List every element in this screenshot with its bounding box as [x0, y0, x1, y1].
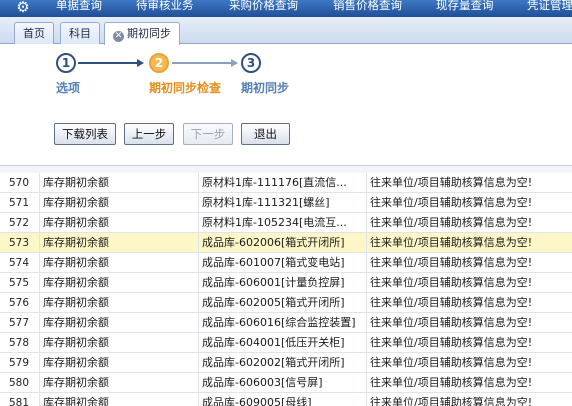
table-row[interactable]: 570 库存期初余额 原材料1库-111176[直流信... 往来单位/项目辅助核算信…	[0, 173, 572, 193]
row-number-cell: 575	[0, 273, 40, 293]
message-cell: 往来单位/项目辅助核算信息为空!	[370, 316, 533, 329]
tab-accounts[interactable]: 科目	[60, 22, 100, 44]
row-number-cell: 580	[0, 373, 40, 393]
item-name-cell: 原材料1库-111176[直流信...	[199, 173, 367, 193]
close-icon[interactable]: ✕	[113, 31, 124, 42]
row-number-cell: 579	[0, 353, 40, 373]
step-3-label: 期初同步	[241, 81, 290, 95]
step-2-label: 期初同步检查	[149, 81, 222, 95]
menu-item-voucher-management[interactable]: 凭证管理	[527, 0, 572, 12]
type-cell: 库存期初余额	[40, 393, 199, 406]
type-cell: 库存期初余额	[40, 293, 199, 313]
sync-wizard: 1 2 3 选项 期初同步检查 期初同步 下载列表 上一步 下一步 退出	[0, 45, 572, 155]
message-cell: 往来单位/项目辅助核算信息为空!	[370, 236, 533, 249]
message-cell: 往来单位/项目辅助核算信息为空!	[370, 276, 533, 289]
item-name-cell: 成品库-601007[箱式变电站]	[199, 253, 367, 273]
menu-item-sales-price-query[interactable]: 销售价格查询	[333, 0, 402, 12]
menu-item-pending-review[interactable]: 待审核业务	[136, 0, 194, 12]
row-number-cell: 581	[0, 393, 40, 406]
check-results-grid[interactable]: 570 库存期初余额 原材料1库-111176[直流信... 往来单位/项目辅助核算信…	[0, 173, 572, 406]
type-cell: 库存期初余额	[40, 333, 199, 353]
arrow-right-icon	[137, 59, 144, 67]
menu-item-purchase-price-query[interactable]: 采购价格查询	[229, 0, 298, 12]
tab-home-label: 首页	[23, 27, 45, 40]
type-cell: 库存期初余额	[40, 173, 199, 193]
row-number-cell: 571	[0, 193, 40, 213]
table-row[interactable]: 576 库存期初余额 成品库-602005[箱式开闭所] 往来单位/项目辅助核算信息为…	[0, 293, 572, 313]
type-cell: 库存期初余额	[40, 253, 199, 273]
message-cell: 往来单位/项目辅助核算信息为空!	[370, 256, 533, 269]
table-row[interactable]: 571 库存期初余额 原材料1库-111321[螺丝] 往来单位/项目辅助核算信息为空…	[0, 193, 572, 213]
item-name-cell: 原材料1库-111321[螺丝]	[199, 193, 367, 213]
table-row[interactable]: 581 库存期初余额 成品库-609005[母线] 往来单位/项目辅助核算信息为空!	[0, 393, 572, 406]
type-cell: 库存期初余额	[40, 233, 199, 253]
table-row[interactable]: 573 库存期初余额 成品库-602006[箱式开闭所] 往来单位/项目辅助核算信息为…	[0, 233, 572, 253]
tab-strip: 首页 科目 ✕ 期初同步	[0, 17, 572, 45]
message-cell: 往来单位/项目辅助核算信息为空!	[370, 296, 533, 309]
tab-home[interactable]: 首页	[14, 22, 54, 44]
item-name-cell: 成品库-602002[箱式开闭所]	[199, 353, 367, 373]
step-arrow-1	[78, 62, 138, 64]
message-cell: 往来单位/项目辅助核算信息为空!	[370, 196, 533, 209]
type-cell: 库存期初余额	[40, 193, 199, 213]
row-number-cell: 570	[0, 173, 40, 193]
step-arrow-2	[172, 62, 232, 64]
message-cell: 往来单位/项目辅助核算信息为空!	[370, 376, 533, 389]
row-number-cell: 577	[0, 313, 40, 333]
message-cell: 往来单位/项目辅助核算信息为空!	[370, 336, 533, 349]
item-name-cell: 成品库-602005[箱式开闭所]	[199, 293, 367, 313]
item-name-cell: 成品库-606003[信号屏]	[199, 373, 367, 393]
step-1-circle: 1	[56, 53, 76, 73]
table-row[interactable]: 579 库存期初余额 成品库-602002[箱式开闭所] 往来单位/项目辅助核算信息为…	[0, 353, 572, 373]
item-name-cell: 成品库-604001[低压开关柜]	[199, 333, 367, 353]
message-cell: 往来单位/项目辅助核算信息为空!	[370, 356, 533, 369]
table-row[interactable]: 574 库存期初余额 成品库-601007[箱式变电站] 往来单位/项目辅助核算信息为…	[0, 253, 572, 273]
type-cell: 库存期初余额	[40, 353, 199, 373]
menu-item-stock-query[interactable]: 现存量查询	[436, 0, 494, 12]
row-number-cell: 572	[0, 213, 40, 233]
top-menu-bar: ⚙ 单据查询 待审核业务 采购价格查询 销售价格查询 现存量查询 凭证管理	[0, 0, 572, 17]
message-cell: 往来单位/项目辅助核算信息为空!	[370, 216, 533, 229]
panel-divider	[0, 165, 572, 173]
table-row[interactable]: 575 库存期初余额 成品库-606001[计量负控屏] 往来单位/项目辅助核算信息为…	[0, 273, 572, 293]
table-row[interactable]: 577 库存期初余额 成品库-606016[综合监控装置] 往来单位/项目辅助核算信息…	[0, 313, 572, 333]
table-row[interactable]: 578 库存期初余额 成品库-604001[低压开关柜] 往来单位/项目辅助核算信息为…	[0, 333, 572, 353]
item-name-cell: 成品库-609005[母线]	[199, 393, 367, 406]
type-cell: 库存期初余额	[40, 213, 199, 233]
item-name-cell: 成品库-602006[箱式开闭所]	[199, 233, 367, 253]
tab-accounts-label: 科目	[69, 27, 91, 40]
row-number-cell: 573	[0, 233, 40, 253]
arrow-right-icon	[231, 59, 238, 67]
tab-opening-sync-label: 期初同步	[127, 27, 171, 40]
exit-button[interactable]: 退出	[241, 123, 290, 145]
table-row[interactable]: 580 库存期初余额 成品库-606003[信号屏] 往来单位/项目辅助核算信息为空!	[0, 373, 572, 393]
item-name-cell: 成品库-606001[计量负控屏]	[199, 273, 367, 293]
step-2-circle: 2	[149, 53, 169, 73]
item-name-cell: 原材料1库-105234[电流互...	[199, 213, 367, 233]
step-1-label: 选项	[56, 81, 81, 95]
type-cell: 库存期初余额	[40, 373, 199, 393]
menu-item-document-query[interactable]: 单据查询	[56, 0, 102, 12]
type-cell: 库存期初余额	[40, 273, 199, 293]
message-cell: 往来单位/项目辅助核算信息为空!	[370, 396, 533, 406]
next-step-button[interactable]: 下一步	[183, 123, 233, 145]
row-number-cell: 578	[0, 333, 40, 353]
download-list-button[interactable]: 下载列表	[54, 123, 116, 145]
row-number-cell: 574	[0, 253, 40, 273]
message-cell: 往来单位/项目辅助核算信息为空!	[370, 176, 533, 189]
type-cell: 库存期初余额	[40, 313, 199, 333]
step-3-circle: 3	[241, 53, 261, 73]
tab-opening-sync[interactable]: ✕ 期初同步	[104, 22, 180, 45]
gear-icon[interactable]: ⚙	[14, 0, 32, 16]
row-number-cell: 576	[0, 293, 40, 313]
table-row[interactable]: 572 库存期初余额 原材料1库-105234[电流互... 往来单位/项目辅助核算信…	[0, 213, 572, 233]
item-name-cell: 成品库-606016[综合监控装置]	[199, 313, 367, 333]
previous-step-button[interactable]: 上一步	[124, 123, 174, 145]
